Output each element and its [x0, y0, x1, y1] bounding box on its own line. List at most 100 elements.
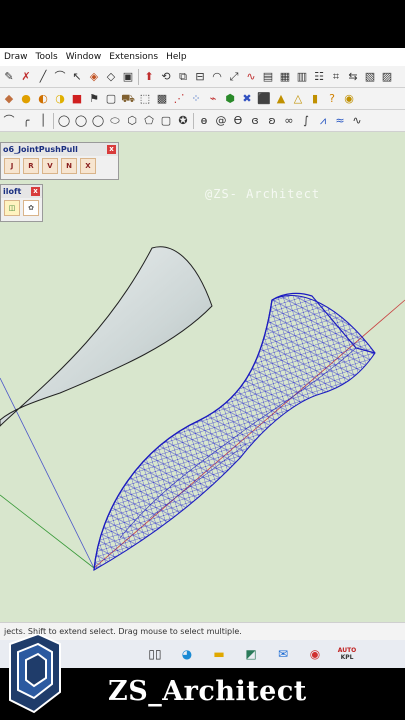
- spiral-icon[interactable]: ɵ: [197, 114, 211, 128]
- solid-tools-icon[interactable]: ◉: [342, 92, 356, 106]
- model-viewport[interactable]: [0, 48, 405, 640]
- wave-icon[interactable]: ≈: [333, 114, 347, 128]
- circle-tan-icon[interactable]: ◯: [91, 114, 105, 128]
- green-axis: [0, 494, 95, 569]
- curved-surface[interactable]: [0, 246, 213, 427]
- panel-title-text: o6_JointPushPull: [3, 145, 78, 154]
- mail-icon[interactable]: ✉: [274, 645, 292, 663]
- file-explorer-icon[interactable]: ▬: [210, 645, 228, 663]
- bars-icon[interactable]: ▮: [308, 92, 322, 106]
- close-icon[interactable]: x: [107, 145, 116, 154]
- offset-icon[interactable]: ⧉: [176, 70, 190, 84]
- frame-icon[interactable]: ▢: [104, 92, 118, 106]
- star-icon[interactable]: ✪: [176, 114, 190, 128]
- ellipse-icon[interactable]: ⬭: [108, 114, 122, 128]
- stop-icon[interactable]: ■: [70, 92, 84, 106]
- smooth-icon[interactable]: ⌒: [53, 70, 67, 84]
- flag-icon[interactable]: ⚑: [87, 92, 101, 106]
- line-draw-icon[interactable]: │: [36, 114, 50, 128]
- spline-icon[interactable]: ⁘: [189, 92, 203, 106]
- sketchup-logo-icon: [9, 634, 61, 714]
- menu-window[interactable]: Window: [66, 52, 102, 62]
- panel-title: iloft x: [1, 185, 42, 198]
- select-icon[interactable]: ↖: [70, 70, 84, 84]
- toolbar-row-1: ✎ ✗ ╱ ⌒ ↖ ◈ ◇ ▣ ⬆ ⟲ ⧉ ⊟ ◠ ⤢ ∿ ▤ ▦ ▥ ☷ ⌗ …: [0, 66, 405, 88]
- paint-bucket-icon[interactable]: ⛟: [121, 92, 135, 106]
- sine-icon[interactable]: ∿: [350, 114, 364, 128]
- rounded-icon[interactable]: ▢: [159, 114, 173, 128]
- menu-extensions[interactable]: Extensions: [109, 52, 158, 62]
- loft-skin-icon[interactable]: ✿: [23, 200, 39, 216]
- polygon-icon[interactable]: ⬡: [125, 114, 139, 128]
- menu-bar: Draw Tools Window Extensions Help: [0, 48, 405, 66]
- extrude-icon[interactable]: ⬢: [223, 92, 237, 106]
- pentagon-icon[interactable]: ⬠: [142, 114, 156, 128]
- paint-icon[interactable]: ◈: [87, 70, 101, 84]
- scale-icon[interactable]: ⤢: [227, 70, 241, 84]
- circle-3pt-icon[interactable]: ◯: [74, 114, 88, 128]
- material-icon[interactable]: ◑: [53, 92, 67, 106]
- crop-icon[interactable]: ⌗: [329, 70, 343, 84]
- spiral-2-icon[interactable]: @: [214, 114, 228, 128]
- pushpull-icon[interactable]: ⬆: [142, 70, 156, 84]
- spiral-3-icon[interactable]: ϴ: [231, 114, 245, 128]
- edge-browser-icon[interactable]: ◕: [178, 645, 196, 663]
- separator: [193, 112, 194, 129]
- round-pushpull-icon[interactable]: R: [23, 158, 39, 174]
- circle-icon[interactable]: ◯: [57, 114, 71, 128]
- tile-icon[interactable]: ▥: [295, 70, 309, 84]
- helix-icon[interactable]: ∞: [282, 114, 296, 128]
- map-app-icon[interactable]: ◩: [242, 645, 260, 663]
- joint-pushpull-toolbar: o6_JointPushPull x J R V N X: [0, 142, 119, 180]
- panel-title: o6_JointPushPull x: [1, 143, 118, 156]
- shapes-icon[interactable]: ◇: [104, 70, 118, 84]
- curviloft-toolbar: iloft x ◫ ✿: [0, 184, 43, 222]
- spiral-5-icon[interactable]: ʚ: [265, 114, 279, 128]
- arc-2pt-icon[interactable]: ╭: [19, 114, 33, 128]
- question-icon[interactable]: ?: [325, 92, 339, 106]
- menu-help[interactable]: Help: [166, 52, 187, 62]
- autokpl-icon[interactable]: AUTO KPL: [338, 645, 357, 663]
- line-tool-icon[interactable]: ╱: [36, 70, 50, 84]
- grid-icon[interactable]: ▦: [278, 70, 292, 84]
- box-icon[interactable]: ▣: [121, 70, 135, 84]
- curve-draw-icon[interactable]: ∫: [299, 114, 313, 128]
- cone-icon[interactable]: ▲: [274, 92, 288, 106]
- layers-icon[interactable]: ☷: [312, 70, 326, 84]
- joint-pushpull-icon[interactable]: J: [4, 158, 20, 174]
- walk-icon[interactable]: ◐: [36, 92, 50, 106]
- arc-draw-icon[interactable]: ⌒: [2, 114, 16, 128]
- normal-pushpull-icon[interactable]: N: [61, 158, 77, 174]
- transform-icon[interactable]: ✖: [240, 92, 254, 106]
- eraser-icon[interactable]: ✗: [19, 70, 33, 84]
- arc-icon[interactable]: ◠: [210, 70, 224, 84]
- loft-icon[interactable]: ◫: [4, 200, 20, 216]
- pencil-icon[interactable]: ✎: [2, 70, 16, 84]
- bezier-icon[interactable]: ⋰: [172, 92, 186, 106]
- weld-icon[interactable]: ⌁: [206, 92, 220, 106]
- vector-pushpull-icon[interactable]: V: [42, 158, 58, 174]
- zigzag-icon[interactable]: ⩘: [316, 114, 330, 128]
- chart-icon[interactable]: ▤: [261, 70, 275, 84]
- chrome-icon[interactable]: ◉: [306, 645, 324, 663]
- fit-icon[interactable]: ⬛: [257, 92, 271, 106]
- tape-icon[interactable]: ⊟: [193, 70, 207, 84]
- brand-title: ZS_Architect: [108, 676, 307, 707]
- flip-icon[interactable]: ⇆: [346, 70, 360, 84]
- panel-icon[interactable]: ▧: [363, 70, 377, 84]
- menu-tools[interactable]: Tools: [36, 52, 58, 62]
- eraser-shape-icon[interactable]: ◆: [2, 92, 16, 106]
- badge-bottom-text: KPL: [340, 654, 354, 661]
- task-view-icon[interactable]: ▯▯: [146, 645, 164, 663]
- orbit-icon[interactable]: ●: [19, 92, 33, 106]
- spiral-4-icon[interactable]: ɞ: [248, 114, 262, 128]
- pyramid-icon[interactable]: △: [291, 92, 305, 106]
- scene-icon[interactable]: ⬚: [138, 92, 152, 106]
- close-icon[interactable]: x: [31, 187, 40, 196]
- stack-icon[interactable]: ▨: [380, 70, 394, 84]
- solid-icon[interactable]: ▩: [155, 92, 169, 106]
- menu-draw[interactable]: Draw: [4, 52, 28, 62]
- rotate-icon[interactable]: ⟲: [159, 70, 173, 84]
- extrude-pushpull-icon[interactable]: X: [80, 158, 96, 174]
- curve-icon[interactable]: ∿: [244, 70, 258, 84]
